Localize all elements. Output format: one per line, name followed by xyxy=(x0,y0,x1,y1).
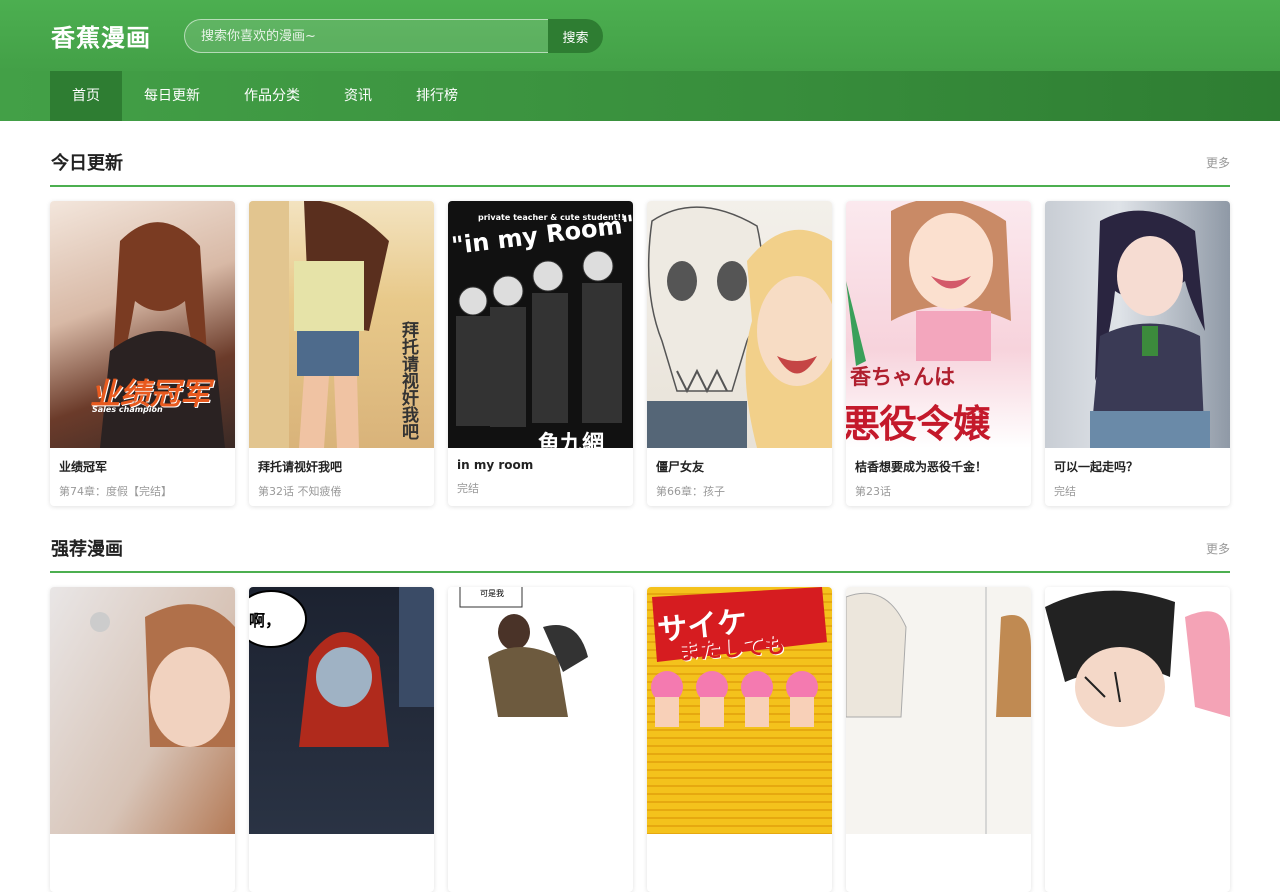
comic-card[interactable]: 可是我 xyxy=(448,587,633,892)
cover-art xyxy=(90,604,235,747)
comic-title[interactable] xyxy=(647,834,832,844)
comic-latest-chapter xyxy=(448,844,633,852)
nav-item-home[interactable]: 首页 xyxy=(50,71,122,121)
cover-art xyxy=(647,206,832,448)
search-bar: 搜索 xyxy=(184,19,603,53)
comic-card[interactable]: 可以一起走吗？ 完结 xyxy=(1045,201,1230,506)
cover-title-text: 香ちゃんは xyxy=(850,365,955,389)
comic-title[interactable]: 业绩冠军 xyxy=(50,448,235,475)
comic-cover[interactable] xyxy=(1045,201,1230,448)
comic-title[interactable]: 拜托请视奸我吧 xyxy=(249,448,434,475)
nav-item-categories[interactable]: 作品分类 xyxy=(222,71,322,121)
comic-latest-chapter xyxy=(647,844,832,852)
comic-card[interactable]: 僵尸女友 第66章：孩子 xyxy=(647,201,832,506)
comic-card[interactable]: 香ちゃんは 悪役令嬢 桔香想要成为恶役千金！ 第23话 xyxy=(846,201,1031,506)
comic-title[interactable]: in my room xyxy=(448,448,633,472)
comic-card[interactable]: 业绩冠军 Sales champion 业绩冠军 第74章：度假【完结】 xyxy=(50,201,235,506)
cover-art xyxy=(459,587,588,717)
comic-latest-chapter: 第23话 xyxy=(855,485,891,498)
comic-title[interactable]: 僵尸女友 xyxy=(647,448,832,475)
cover-bottom-text: 魚九網 xyxy=(538,432,605,448)
cover-title-text: 拜托请视奸我吧 xyxy=(398,321,418,440)
comic-card[interactable] xyxy=(50,587,235,892)
comic-title[interactable] xyxy=(448,834,633,844)
nav-item-daily-updates[interactable]: 每日更新 xyxy=(122,71,222,121)
comic-card[interactable]: private teacher & cute student!! "in my … xyxy=(448,201,633,506)
cover-art xyxy=(456,250,622,427)
comic-latest-chapter xyxy=(1045,844,1230,852)
comic-title[interactable] xyxy=(50,834,235,844)
comic-card[interactable]: 啊， xyxy=(249,587,434,892)
site-logo[interactable]: 香蕉漫画 xyxy=(51,18,151,53)
comic-card[interactable] xyxy=(1045,587,1230,892)
comic-grid: 业绩冠军 Sales champion 业绩冠军 第74章：度假【完结】 拜托请… xyxy=(50,201,1230,506)
comic-title[interactable] xyxy=(1045,834,1230,844)
comic-cover[interactable] xyxy=(1045,587,1230,834)
more-link[interactable]: 更多 xyxy=(1206,540,1230,557)
comic-latest-chapter: 第32话 不知疲倦 xyxy=(258,485,342,498)
comic-latest-chapter xyxy=(50,844,235,852)
comic-latest-chapter: 完结 xyxy=(1054,485,1076,498)
comic-card[interactable]: サイケ またしても xyxy=(647,587,832,892)
recommended-section: 强荐漫画 更多 啊， 可是我 サイケ またしても xyxy=(50,507,1230,892)
search-button[interactable]: 搜索 xyxy=(548,19,603,53)
comic-cover[interactable]: private teacher & cute student!! "in my … xyxy=(448,201,633,448)
section-title: 今日更新 xyxy=(51,153,123,174)
section-header: 今日更新 更多 xyxy=(50,121,1230,187)
comic-card[interactable]: 拜托请视奸我吧 拜托请视奸我吧 第32话 不知疲倦 xyxy=(249,201,434,506)
comic-cover[interactable]: 拜托请视奸我吧 xyxy=(249,201,434,448)
section-title: 强荐漫画 xyxy=(51,539,123,560)
comic-latest-chapter xyxy=(249,844,434,852)
comic-cover[interactable]: サイケ またしても xyxy=(647,587,832,834)
nav-item-news[interactable]: 资讯 xyxy=(322,71,394,121)
comic-latest-chapter xyxy=(846,844,1031,852)
main-nav: 首页 每日更新 作品分类 资讯 排行榜 xyxy=(0,71,1280,121)
cover-subtitle-text: Sales champion xyxy=(92,405,163,414)
today-updates-section: 今日更新 更多 业绩冠军 Sales champion 业绩冠军 第74章：度假… xyxy=(50,121,1230,506)
cover-art xyxy=(846,587,1031,834)
comic-cover[interactable]: 可是我 xyxy=(448,587,633,834)
comic-cover[interactable]: 香ちゃんは 悪役令嬢 xyxy=(846,201,1031,448)
comic-cover[interactable]: 啊， xyxy=(249,587,434,834)
cover-art xyxy=(1045,590,1230,727)
cover-bottom-text: 悪役令嬢 xyxy=(846,402,991,446)
comic-card[interactable] xyxy=(846,587,1031,892)
comic-latest-chapter: 第66章：孩子 xyxy=(656,485,725,498)
cover-art xyxy=(1090,210,1210,448)
comic-grid: 啊， 可是我 サイケ またしても xyxy=(50,587,1230,892)
comic-cover[interactable] xyxy=(647,201,832,448)
comic-cover[interactable]: 业绩冠军 Sales champion xyxy=(50,201,235,448)
section-header: 强荐漫画 更多 xyxy=(50,507,1230,573)
more-link[interactable]: 更多 xyxy=(1206,154,1230,171)
comic-cover[interactable] xyxy=(846,587,1031,834)
comic-title[interactable]: 可以一起走吗？ xyxy=(1045,448,1230,475)
comic-title[interactable] xyxy=(846,834,1031,844)
comic-title[interactable] xyxy=(249,834,434,844)
site-header: 香蕉漫画 搜索 xyxy=(0,0,1280,71)
cover-speech-text: 可是我 xyxy=(480,589,504,598)
comic-cover[interactable] xyxy=(50,587,235,834)
comic-latest-chapter: 完结 xyxy=(457,482,479,495)
comic-latest-chapter: 第74章：度假【完结】 xyxy=(59,485,172,498)
cover-speech-text: 啊， xyxy=(249,611,282,630)
comic-title[interactable]: 桔香想要成为恶役千金！ xyxy=(846,448,1031,475)
nav-item-rankings[interactable]: 排行榜 xyxy=(394,71,480,121)
search-input[interactable] xyxy=(184,19,554,53)
